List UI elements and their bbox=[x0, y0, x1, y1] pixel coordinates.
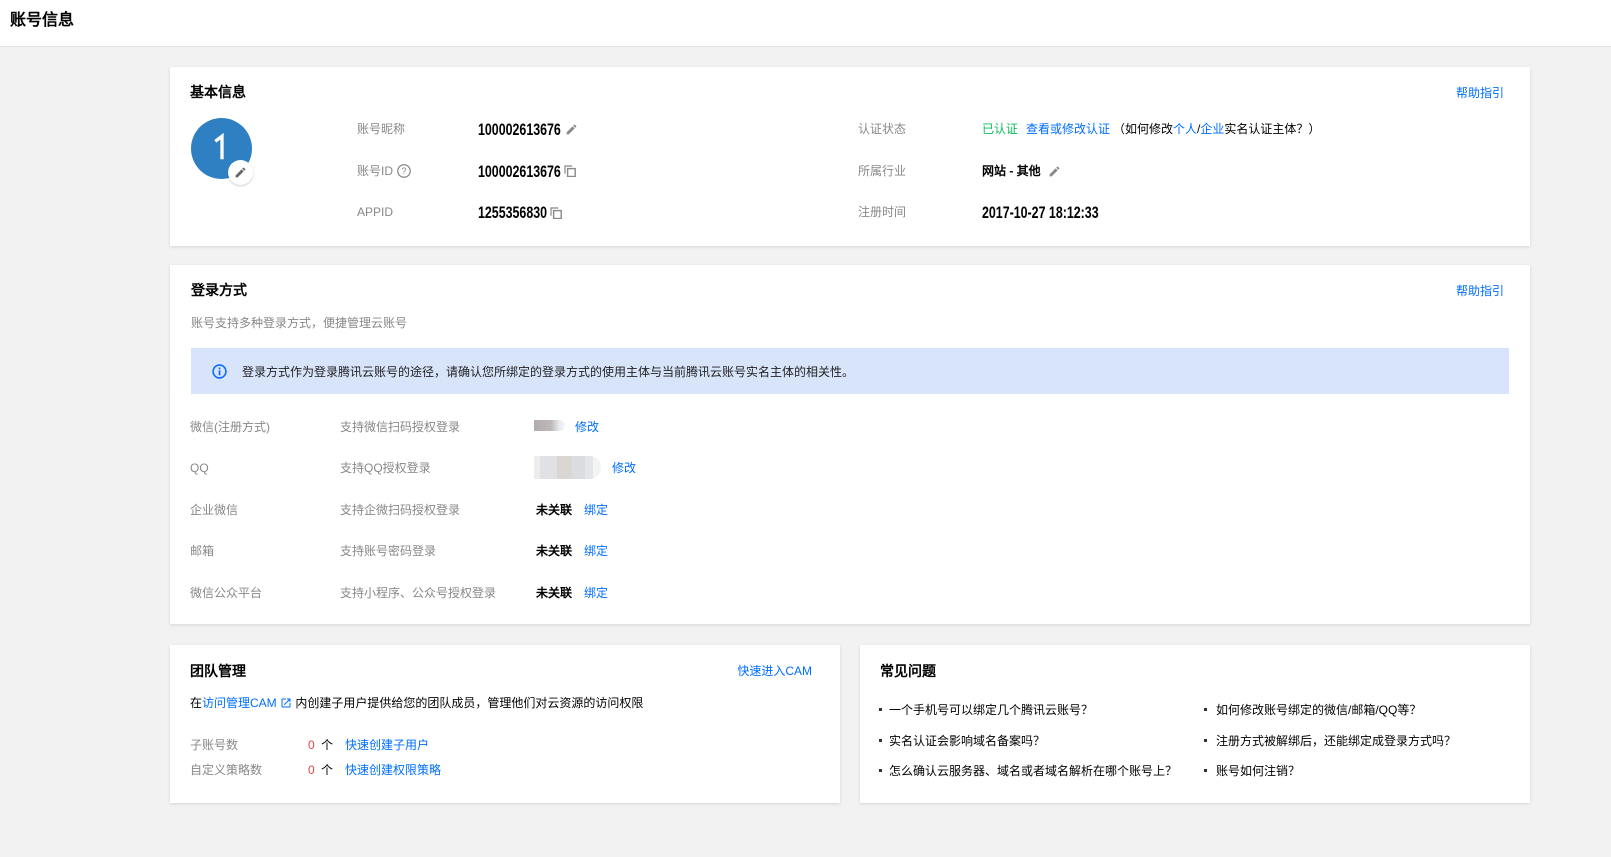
svg-text:?: ? bbox=[402, 166, 407, 176]
